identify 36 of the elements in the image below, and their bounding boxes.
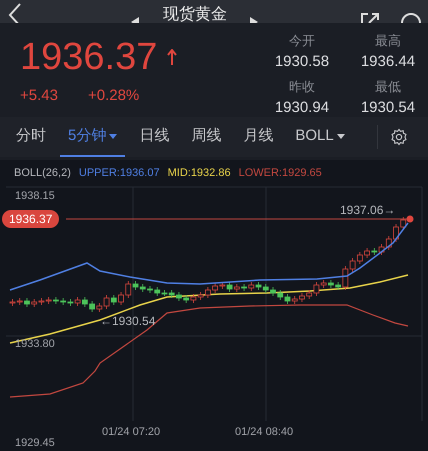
stat-value: 1930.54 bbox=[360, 98, 416, 118]
stat-value: 1930.94 bbox=[274, 98, 330, 118]
price-change: +5.43 bbox=[20, 86, 58, 106]
indicator-name: BOLL(26,2) bbox=[14, 166, 71, 180]
price-dot bbox=[406, 216, 414, 222]
stat-label: 最高 bbox=[374, 32, 401, 50]
stat-label: 最低 bbox=[374, 78, 401, 96]
mid-band-value: MID:1932.86 bbox=[168, 166, 231, 180]
caret-icon bbox=[336, 134, 345, 138]
axis-label: 1929.45 bbox=[15, 437, 55, 450]
stat-value: 1936.44 bbox=[360, 52, 416, 72]
axis-label: 1938.15 bbox=[15, 190, 55, 203]
page-title: 现货黄金 bbox=[163, 4, 227, 23]
price-tag: 1936.37 bbox=[2, 210, 60, 228]
period-tab[interactable]: 日线 bbox=[131, 117, 178, 157]
lower-band-value: LOWER:1929.65 bbox=[238, 166, 322, 180]
caret-icon bbox=[109, 134, 118, 138]
stat-label: 今开 bbox=[288, 32, 315, 50]
period-tab[interactable]: 周线 bbox=[183, 117, 230, 157]
period-tab[interactable]: BOLL bbox=[287, 117, 353, 157]
period-tab[interactable]: 月线 bbox=[235, 117, 282, 157]
time-label: 01/24 07:20 bbox=[102, 426, 160, 439]
time-label: 01/24 08:40 bbox=[235, 426, 294, 439]
axis-label: 1933.80 bbox=[15, 338, 55, 351]
upper-band-value: UPPER:1936.07 bbox=[78, 166, 160, 180]
current-price: 1936.37 bbox=[20, 35, 158, 79]
period-tab[interactable]: 5分钟 bbox=[60, 117, 126, 157]
up-arrow-icon bbox=[167, 49, 178, 65]
stat-value: 1930.58 bbox=[274, 52, 330, 72]
period-tab[interactable]: 分时 bbox=[8, 117, 54, 157]
stat-label: 昨收 bbox=[288, 78, 315, 96]
back-icon[interactable] bbox=[8, 2, 22, 23]
low-price-marker: ←1930.54 bbox=[100, 314, 156, 328]
percent-change: +0.28% bbox=[88, 86, 140, 106]
high-price-marker: 1937.06→ bbox=[340, 203, 396, 217]
settings-icon[interactable] bbox=[390, 128, 408, 146]
